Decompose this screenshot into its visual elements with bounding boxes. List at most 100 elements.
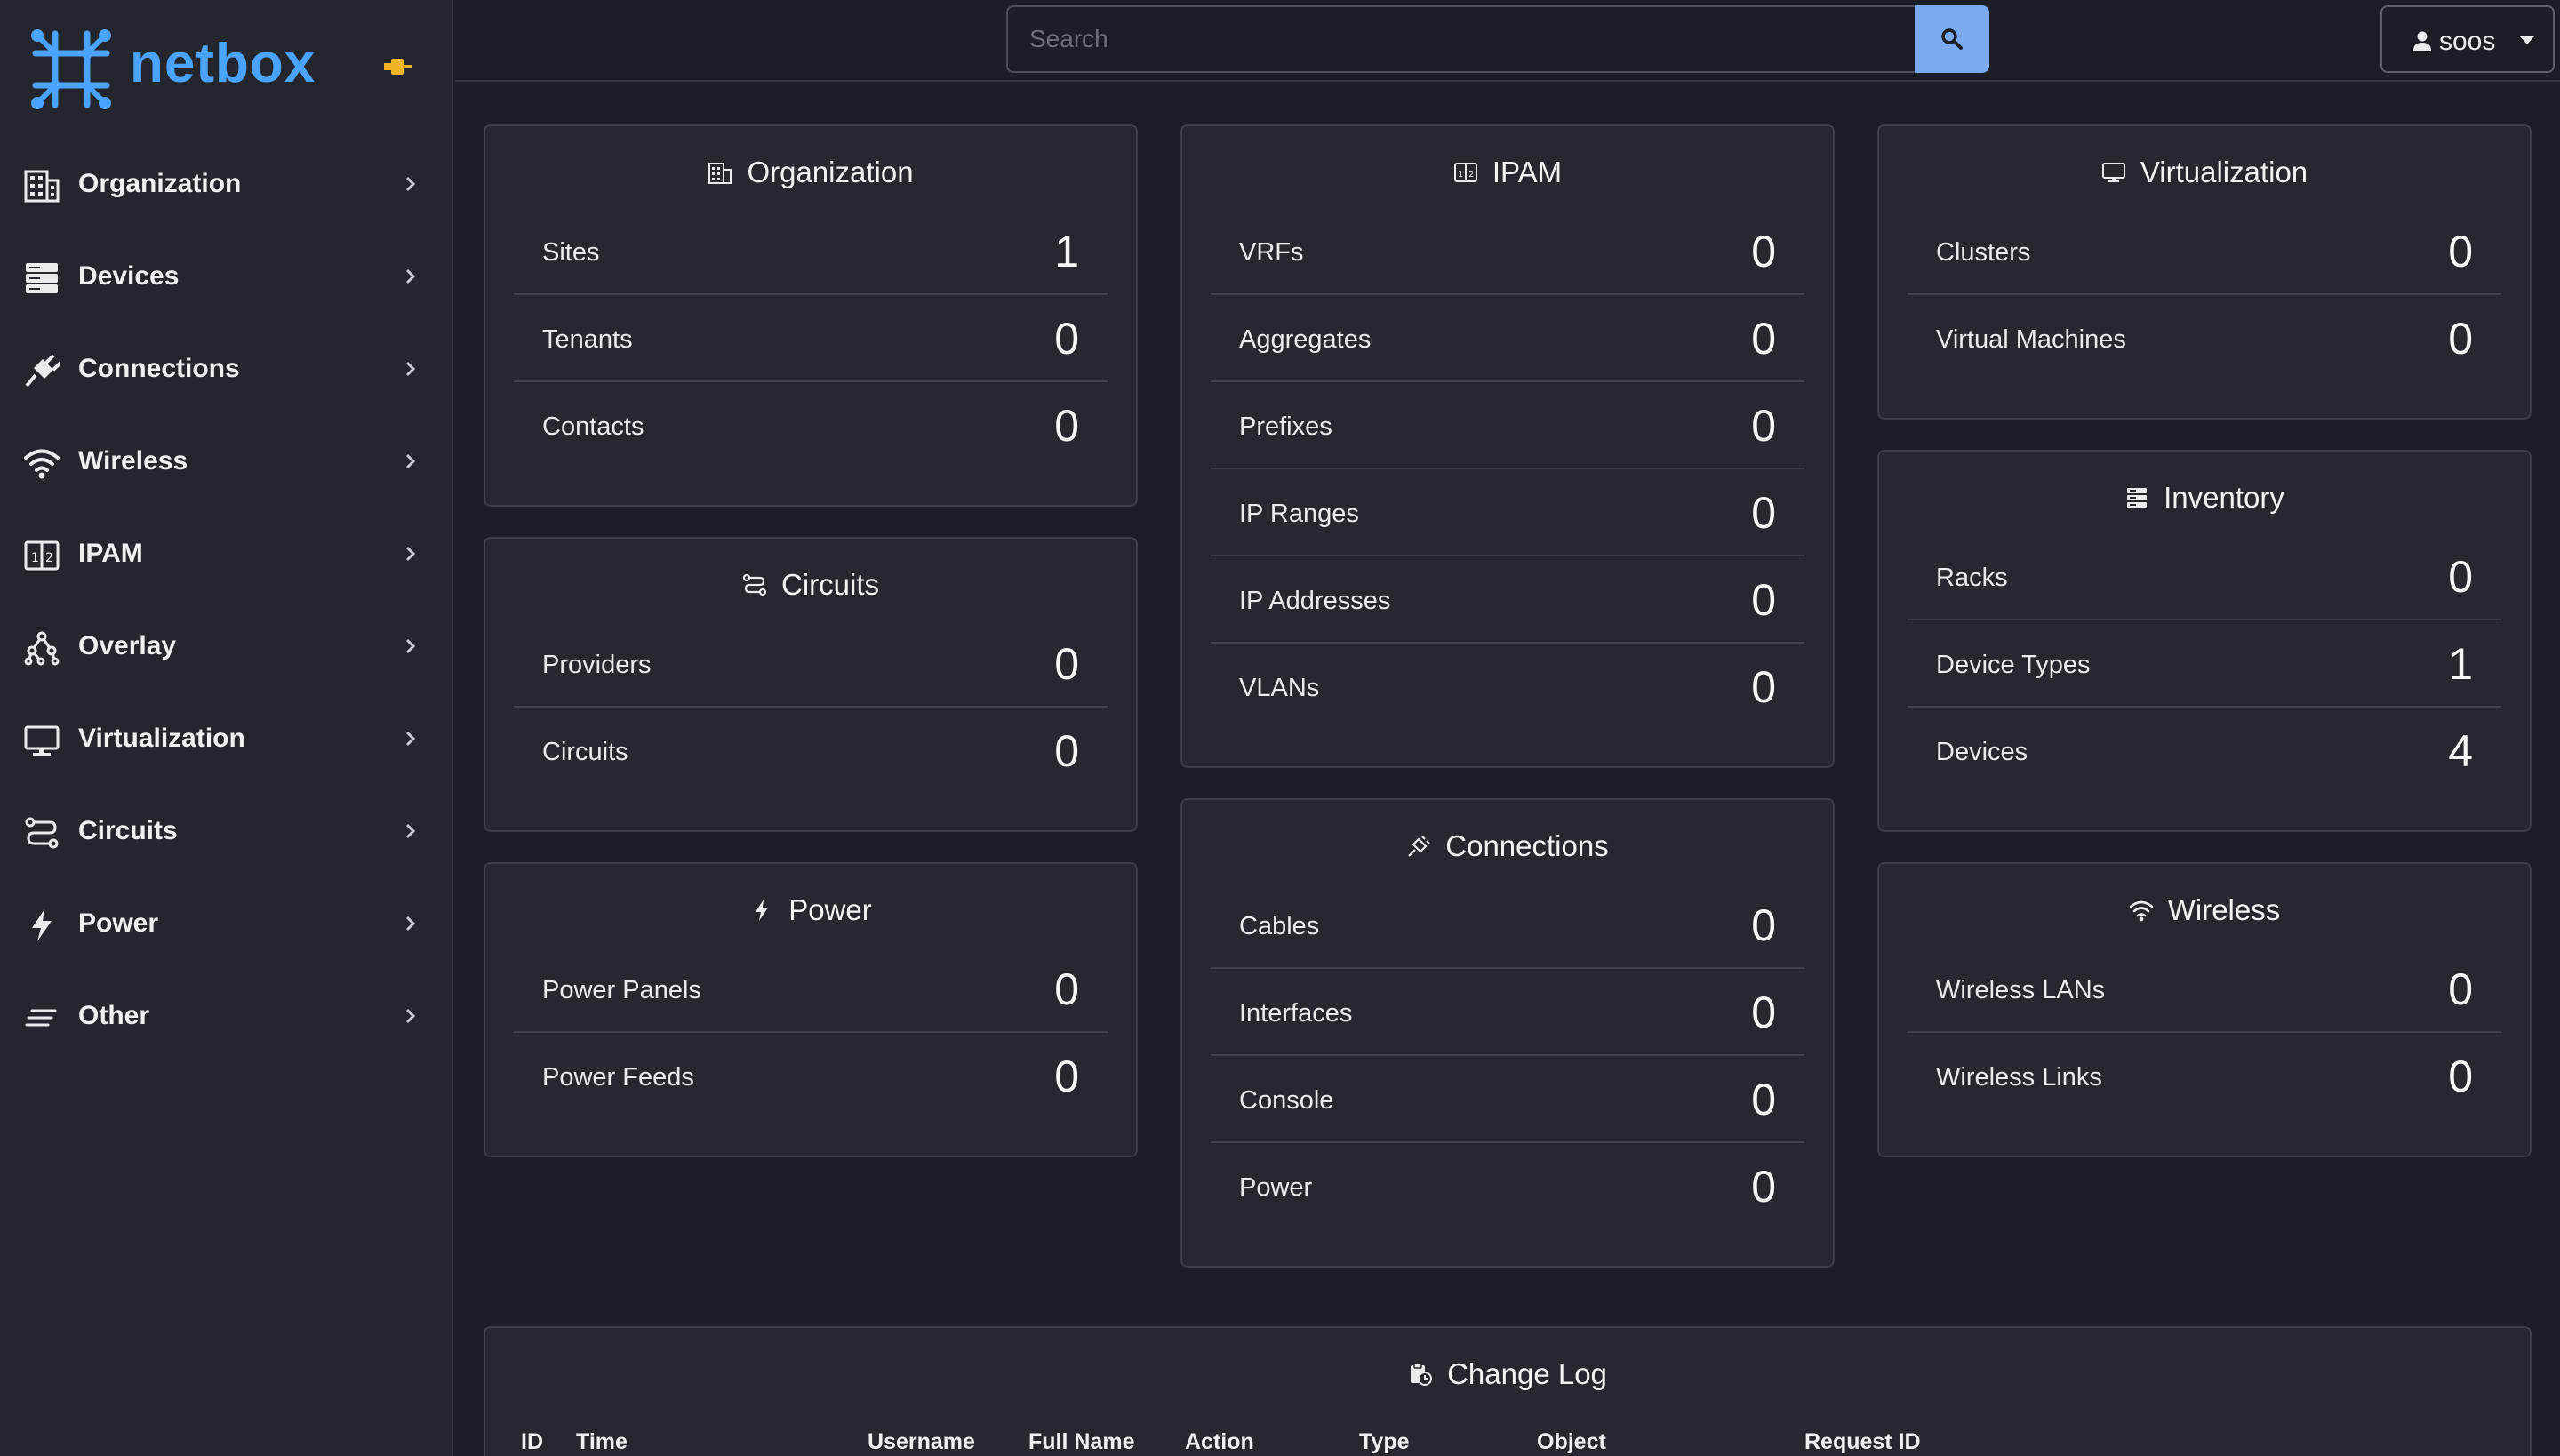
card-title: Virtualization xyxy=(2140,156,2308,188)
stat-count: 0 xyxy=(1751,988,1776,1037)
stat-row-vlans[interactable]: VLANs 0 xyxy=(1211,644,1804,731)
pin-sidebar-icon[interactable] xyxy=(382,55,412,78)
stat-label: Console xyxy=(1239,1086,1334,1115)
building-icon xyxy=(23,167,60,204)
sidebar-item-devices[interactable]: Devices xyxy=(0,231,453,324)
search-form xyxy=(1006,5,2464,73)
stat-row-wireless-lans[interactable]: Wireless LANs 0 xyxy=(1908,946,2501,1033)
transit-icon xyxy=(23,814,60,852)
lightning-icon xyxy=(756,900,769,921)
svg-text:2: 2 xyxy=(1468,170,1474,180)
stat-row-sites[interactable]: Sites 1 xyxy=(514,208,1108,295)
stat-count: 0 xyxy=(1054,1052,1079,1101)
stat-row-aggregates[interactable]: Aggregates 0 xyxy=(1211,295,1804,382)
stat-row-interfaces[interactable]: Interfaces 0 xyxy=(1211,969,1804,1056)
stat-count: 0 xyxy=(2448,964,2473,1014)
sidebar-item-overlay[interactable]: Overlay xyxy=(0,601,453,693)
column-header-type[interactable]: Type xyxy=(1359,1429,1410,1455)
stat-label: Cables xyxy=(1239,912,1320,940)
stat-row-device-types[interactable]: Device Types 1 xyxy=(1908,620,2501,708)
stat-row-prefixes[interactable]: Prefixes 0 xyxy=(1211,382,1804,469)
stat-row-racks[interactable]: Racks 0 xyxy=(1908,533,2501,620)
stat-row-power-feeds[interactable]: Power Feeds 0 xyxy=(514,1033,1108,1120)
top-bar: soos xyxy=(455,0,2560,82)
stat-row-wireless-links[interactable]: Wireless Links 0 xyxy=(1908,1033,2501,1120)
stat-row-circuits[interactable]: Circuits 0 xyxy=(514,708,1108,795)
stat-row-clusters[interactable]: Clusters 0 xyxy=(1908,208,2501,295)
stat-count: 0 xyxy=(2448,227,2473,276)
lightning-icon xyxy=(23,907,60,944)
card-title: Power xyxy=(788,893,872,926)
card-title: Circuits xyxy=(780,568,879,601)
username-label: soos xyxy=(2439,27,2496,56)
stat-count: 0 xyxy=(1751,900,1776,950)
plug-icon xyxy=(23,352,62,389)
chevron-right-icon xyxy=(405,638,416,654)
stat-count: 0 xyxy=(1751,575,1776,625)
brand-logo[interactable]: netbox xyxy=(27,25,320,114)
sidebar-item-label: Connections xyxy=(78,354,240,383)
column-header-username[interactable]: Username xyxy=(868,1429,975,1455)
stat-count: 0 xyxy=(1751,1075,1776,1124)
stat-row-ip-ranges[interactable]: IP Ranges 0 xyxy=(1211,469,1804,556)
building-icon xyxy=(708,163,732,184)
column-header-time[interactable]: Time xyxy=(576,1429,628,1455)
stat-label: VRFs xyxy=(1239,238,1304,267)
stat-row-virtual-machines[interactable]: Virtual Machines 0 xyxy=(1908,295,2501,382)
stat-row-console[interactable]: Console 0 xyxy=(1211,1056,1804,1143)
server-icon xyxy=(2127,488,2148,508)
stat-count: 0 xyxy=(1751,227,1776,276)
column-header-object[interactable]: Object xyxy=(1537,1429,1606,1455)
sidebar-item-virtualization[interactable]: Virtualization xyxy=(0,693,453,786)
notes-icon xyxy=(23,999,60,1036)
stat-row-contacts[interactable]: Contacts 0 xyxy=(514,382,1108,469)
clipboard-clock-icon xyxy=(1411,1363,1433,1386)
stat-row-power-connections[interactable]: Power 0 xyxy=(1211,1143,1804,1230)
stat-count: 1 xyxy=(2448,639,2473,689)
chevron-right-icon xyxy=(405,453,416,469)
brand-name: netbox xyxy=(130,33,316,94)
sidebar-item-connections[interactable]: Connections xyxy=(0,324,453,416)
stat-count: 0 xyxy=(2448,552,2473,602)
card-organization: Organization Sites 1 Tenants 0 Contacts 0 xyxy=(484,124,1138,507)
stat-count: 4 xyxy=(2448,726,2473,776)
stat-label: Wireless LANs xyxy=(1936,976,2106,1004)
column-header-full-name[interactable]: Full Name xyxy=(1028,1429,1134,1455)
chevron-right-icon xyxy=(405,1008,416,1024)
column-header-action[interactable]: Action xyxy=(1185,1429,1254,1455)
counter-icon: 12 xyxy=(23,537,60,574)
sidebar-item-label: Circuits xyxy=(78,816,178,845)
sidebar-item-other[interactable]: Other xyxy=(0,971,453,1063)
stat-label: Clusters xyxy=(1936,238,2031,267)
stat-label: IP Ranges xyxy=(1239,500,1359,528)
caret-down-icon xyxy=(2520,36,2534,44)
stat-count: 0 xyxy=(1751,662,1776,712)
user-menu-button[interactable]: soos xyxy=(2380,5,2555,73)
sidebar-item-ipam[interactable]: 12 IPAM xyxy=(0,508,453,601)
sidebar-item-organization[interactable]: Organization xyxy=(0,139,453,231)
stat-row-providers[interactable]: Providers 0 xyxy=(514,620,1108,708)
chevron-right-icon xyxy=(405,916,416,932)
chevron-right-icon xyxy=(405,546,416,562)
sidebar-item-wireless[interactable]: Wireless xyxy=(0,416,453,508)
card-title: Organization xyxy=(747,156,914,188)
stat-count: 0 xyxy=(1751,1162,1776,1212)
card-virtualization: Virtualization Clusters 0 Virtual Machine… xyxy=(1877,124,2532,420)
sidebar-item-power[interactable]: Power xyxy=(0,878,453,971)
stat-row-vrfs[interactable]: VRFs 0 xyxy=(1211,208,1804,295)
chevron-right-icon xyxy=(405,731,416,747)
column-header-request-id[interactable]: Request ID xyxy=(1804,1429,1921,1455)
stat-row-tenants[interactable]: Tenants 0 xyxy=(514,295,1108,382)
stat-row-power-panels[interactable]: Power Panels 0 xyxy=(514,946,1108,1033)
stat-row-cables[interactable]: Cables 0 xyxy=(1211,882,1804,969)
column-header-id[interactable]: ID xyxy=(521,1429,543,1455)
stat-row-ip-addresses[interactable]: IP Addresses 0 xyxy=(1211,556,1804,644)
stat-row-devices[interactable]: Devices 4 xyxy=(1908,708,2501,795)
stat-count: 0 xyxy=(1054,964,1079,1014)
server-icon xyxy=(23,260,60,297)
counter-icon: 12 xyxy=(1453,163,1477,182)
search-button[interactable] xyxy=(1915,5,1989,73)
stat-label: Providers xyxy=(542,651,652,679)
search-input[interactable] xyxy=(1006,5,1915,73)
sidebar-item-circuits[interactable]: Circuits xyxy=(0,786,453,878)
